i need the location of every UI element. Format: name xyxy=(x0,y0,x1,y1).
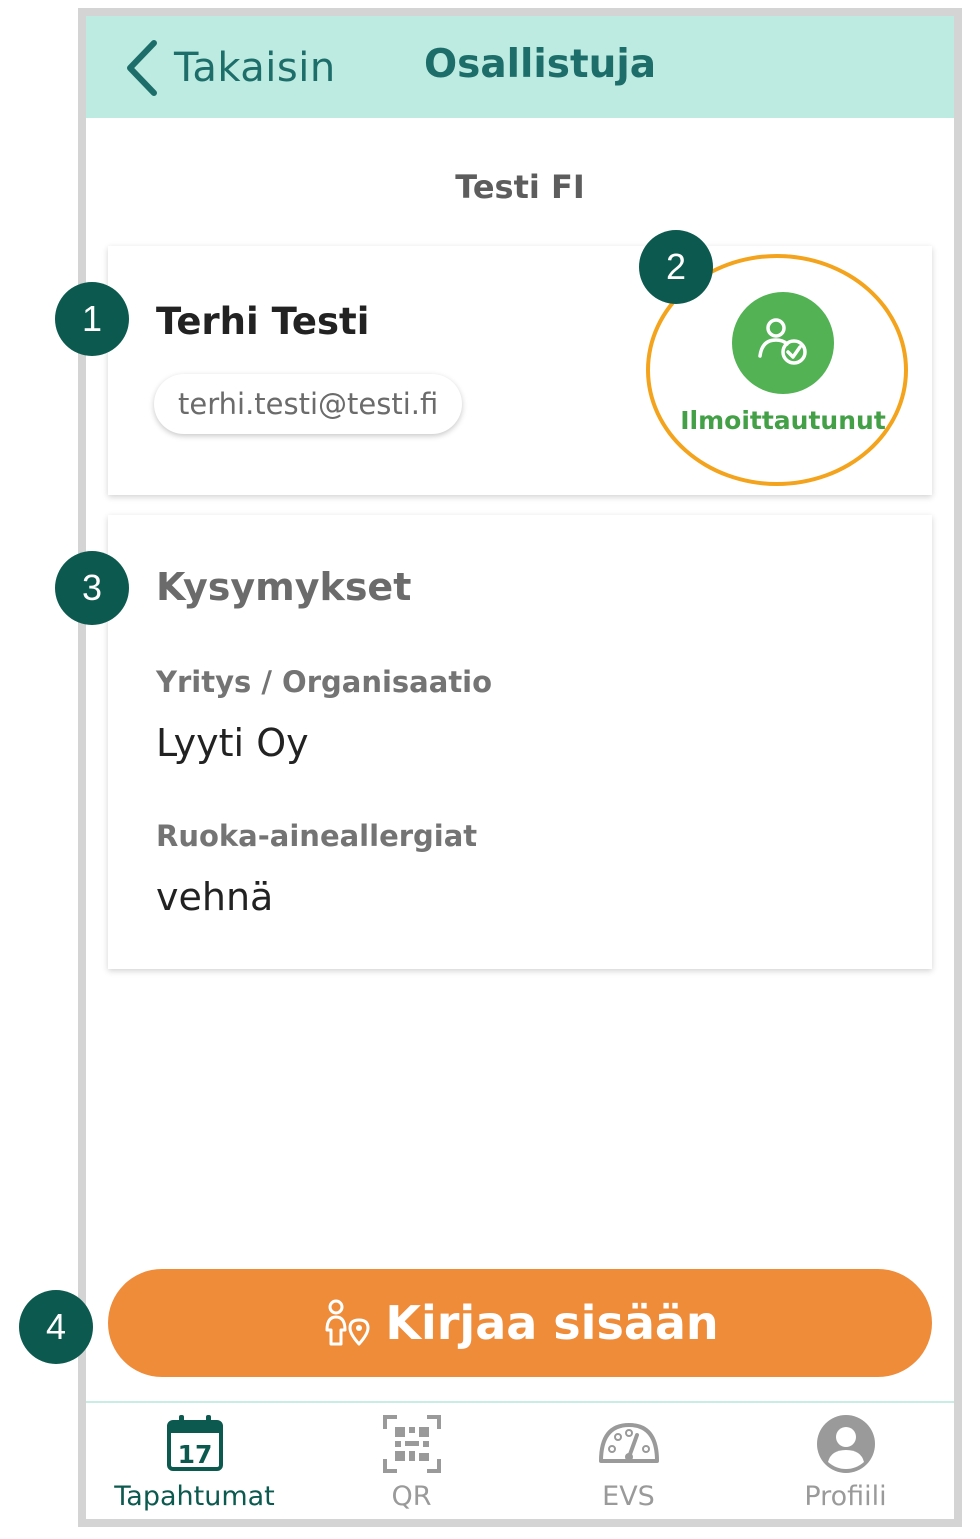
participant-card: Terhi Testi terhi.testi@testi.fi Ilmoitt… xyxy=(108,246,932,495)
back-label: Takaisin xyxy=(174,45,336,91)
questions-card: Kysymykset Yritys / Organisaatio Lyyti O… xyxy=(108,515,932,969)
qr-code-icon xyxy=(382,1415,441,1473)
calendar-icon: 17 xyxy=(166,1415,223,1471)
bottom-tab-bar: 17 Tapahtumat QR EVS Profiili xyxy=(86,1401,954,1519)
email-chip[interactable]: terhi.testi@testi.fi xyxy=(154,374,463,434)
check-in-button[interactable]: Kirjaa sisään xyxy=(108,1269,932,1377)
app-screen: Takaisin Osallistuja Testi FI Terhi Test… xyxy=(86,16,954,1519)
person-location-icon xyxy=(325,1299,370,1346)
status-label: Ilmoittautunut xyxy=(680,406,886,435)
question-label: Yritys / Organisaatio xyxy=(156,665,493,699)
top-bar: Takaisin Osallistuja xyxy=(86,16,954,118)
annotation-badge: 1 xyxy=(55,282,129,356)
question-answer: vehnä xyxy=(156,875,274,919)
participant-name: Terhi Testi xyxy=(156,300,370,343)
back-button[interactable]: Takaisin xyxy=(124,38,336,98)
tab-label: EVS xyxy=(602,1481,655,1512)
check-in-label: Kirjaa sisään xyxy=(385,1296,719,1350)
question-answer: Lyyti Oy xyxy=(156,721,309,765)
annotation-badge: 4 xyxy=(19,1290,93,1364)
tab-tapahtumat[interactable]: 17 Tapahtumat xyxy=(86,1403,303,1519)
question-label: Ruoka-aineallergiat xyxy=(156,819,478,853)
annotation-badge: 2 xyxy=(639,230,713,304)
person-check-icon xyxy=(758,318,807,365)
event-name: Testi FI xyxy=(455,168,585,206)
tab-qr[interactable]: QR xyxy=(303,1403,520,1519)
tab-evs[interactable]: EVS xyxy=(520,1403,737,1519)
questions-title: Kysymykset xyxy=(156,565,412,609)
status-button[interactable] xyxy=(732,292,834,394)
chevron-left-icon xyxy=(127,40,157,96)
tab-label: Tapahtumat xyxy=(114,1481,275,1512)
page-title: Osallistuja xyxy=(424,42,657,87)
gauge-icon xyxy=(598,1423,659,1463)
calendar-day: 17 xyxy=(177,1440,212,1469)
tab-label: QR xyxy=(391,1481,432,1512)
profile-icon xyxy=(816,1415,875,1473)
tab-profiili[interactable]: Profiili xyxy=(737,1403,954,1519)
annotation-badge: 3 xyxy=(55,551,129,625)
tab-label: Profiili xyxy=(804,1481,887,1512)
